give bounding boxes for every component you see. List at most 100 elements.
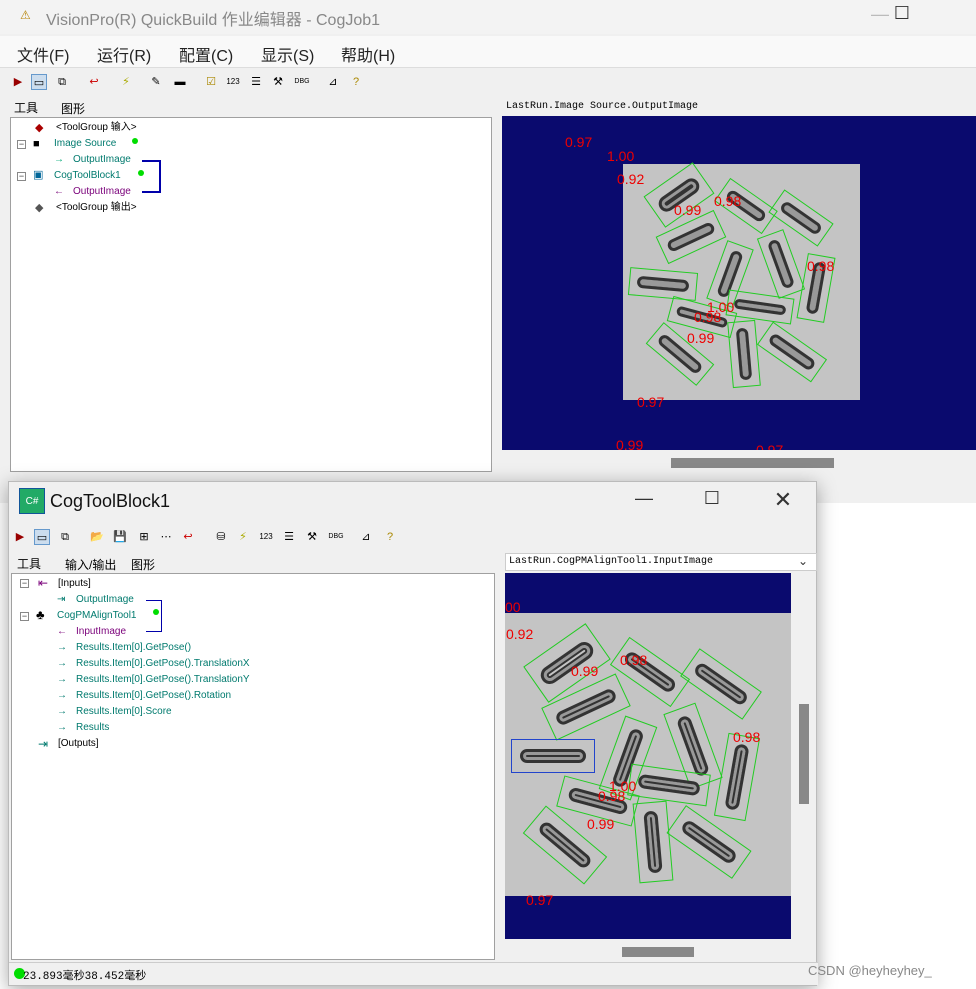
close-button[interactable]: ✕ [763,487,803,513]
tree-node[interactable]: OutputImage [76,594,134,606]
tree-node[interactable]: OutputImage [73,154,131,166]
tab-graphics[interactable]: 图形 [61,100,85,117]
run-continuous-icon[interactable]: ▭ [31,74,47,90]
input-icon: ◆ [35,122,44,134]
windows-icon[interactable]: ⧉ [54,74,70,90]
output-arrow-icon: → [57,658,67,669]
database-icon[interactable]: ⛁ [213,529,229,545]
image-display[interactable]: 0.97 1.00 0.92 0.99 0.98 0.98 1.00 0.98 … [502,116,976,450]
save-icon[interactable]: 💾 [112,529,128,545]
run-continuous-icon[interactable]: ▭ [34,529,50,545]
score-label: 0.99 [571,663,599,679]
score-label: 0.92 [617,171,645,187]
score-label: 0.99 [616,437,644,450]
horizontal-scrollbar[interactable] [671,458,834,468]
windows-icon[interactable]: ⧉ [57,529,73,545]
tree-node[interactable]: <ToolGroup 输入> [56,122,137,134]
input-arrow-icon: ← [57,626,67,637]
status-bar: 23.893毫秒38.452毫秒 [9,962,818,985]
debug-icon[interactable]: DBG [294,74,310,90]
output-arrow-icon: → [57,674,67,685]
list-icon[interactable]: ☰ [248,74,264,90]
brush-icon[interactable]: ✎ [148,74,164,90]
tab-tools[interactable]: 工具 [14,99,38,116]
list-icon[interactable]: ☰ [281,529,297,545]
match-box [632,800,674,884]
tree-node[interactable]: Results.Item[0].GetPose().TranslationY [76,674,250,686]
image-display[interactable]: 00 0.92 0.99 0.98 0.98 1.00 0.98 0.99 0.… [505,573,791,939]
status-dot [132,138,138,144]
pen-icon[interactable]: ▬ [172,74,188,90]
help-icon[interactable]: ? [348,74,364,90]
tree-node[interactable]: CogPMAlignTool1 [57,610,137,622]
reset-icon[interactable]: ↩ [180,529,196,545]
output-arrow-icon: → [57,642,67,653]
input-arrow-icon: ← [54,186,64,197]
tab-tools[interactable]: 工具 [17,555,41,572]
debug-icon[interactable]: DBG [328,529,344,545]
score-label: 0.92 [506,626,534,642]
menu-config[interactable]: 配置(C) [179,42,233,66]
tree-node[interactable]: CogToolBlock1 [54,170,121,182]
measure-icon[interactable]: ⊿ [325,74,341,90]
tree-node[interactable]: Results.Item[0].GetPose() [76,642,191,654]
collapse-icon[interactable]: − [17,172,26,181]
score-label: 0.97 [637,394,665,410]
collapse-icon[interactable]: − [20,612,29,621]
tree-node[interactable]: Results.Item[0].Score [76,706,172,718]
maximize-button[interactable]: ☐ [692,488,732,509]
run-icon[interactable]: ▶ [10,74,26,90]
counter-icon[interactable]: 123 [258,529,274,545]
help-icon[interactable]: ? [382,529,398,545]
image-selector[interactable]: LastRun.CogPMAlignTool1.InputImage ⌄ [505,553,817,571]
tree-node[interactable]: Results.Item[0].GetPose().Rotation [76,690,231,702]
vertical-scrollbar[interactable] [799,704,809,804]
reset-icon[interactable]: ↩ [86,74,102,90]
toolbar: ▶ ▭ ⧉ 📂 💾 ⊞ ⋯ ↩ ⛁ ⚡ 123 ☰ ⚒ DBG ⊿ ? [9,524,816,550]
open-icon[interactable]: 📂 [89,529,105,545]
score-label: 0.97 [526,892,554,908]
match-box [756,321,828,383]
grid-icon[interactable]: ⊞ [136,529,152,545]
collapse-icon[interactable]: − [17,140,26,149]
app-icon: ⚠ [20,8,31,22]
score-label: 0.98 [714,193,742,209]
score-label: 0.99 [674,202,702,218]
tree-node[interactable]: <ToolGroup 输出> [56,202,137,214]
counter-icon[interactable]: 123 [225,74,241,90]
tree-node[interactable]: OutputImage [73,186,131,198]
chevron-down-icon: ⌄ [798,554,809,568]
horizontal-scrollbar[interactable] [622,947,694,957]
collapse-icon[interactable]: − [20,579,29,588]
run-icon[interactable]: ▶ [12,529,28,545]
measure-icon[interactable]: ⊿ [358,529,374,545]
tools-icon[interactable]: ⚒ [304,529,320,545]
tree-node[interactable]: Results [76,722,109,734]
tree-node[interactable]: [Inputs] [58,578,91,590]
tab-graphics[interactable]: 图形 [131,556,155,573]
tools-icon[interactable]: ⚒ [270,74,286,90]
dots-icon[interactable]: ⋯ [158,529,174,545]
menu-run[interactable]: 运行(R) [97,42,151,66]
inputs-icon: ⇤ [38,576,49,590]
selected-match-box [511,739,595,773]
tab-io[interactable]: 输入/输出 [65,556,116,573]
camera-icon: ■ [33,138,40,150]
minimize-button[interactable]: — [624,488,664,509]
toolbar: ▶ ▭ ⧉ ↩ ⚡ ✎ ▬ ☑ 123 ☰ ⚒ DBG ⊿ ? [0,69,976,95]
menu-help[interactable]: 帮助(H) [341,42,395,66]
event-icon[interactable]: ⚡ [118,74,134,90]
tree-node[interactable]: InputImage [76,626,126,638]
tree-node[interactable]: [Outputs] [58,738,99,750]
menu-view[interactable]: 显示(S) [261,42,314,66]
output-arrow-icon: ⇥ [57,594,66,605]
quickbuild-window: ⚠ VisionPro(R) QuickBuild 作业编辑器 - CogJob… [0,0,976,503]
maximize-button[interactable]: ☐ [882,3,922,24]
tree-node[interactable]: Image Source [54,138,116,150]
menu-file[interactable]: 文件(F) [17,42,69,66]
match-box [713,732,761,822]
toolblock-icon: C# [19,488,45,514]
checklist-icon[interactable]: ☑ [203,74,219,90]
event-icon[interactable]: ⚡ [235,529,251,545]
tree-node[interactable]: Results.Item[0].GetPose().TranslationX [76,658,250,670]
